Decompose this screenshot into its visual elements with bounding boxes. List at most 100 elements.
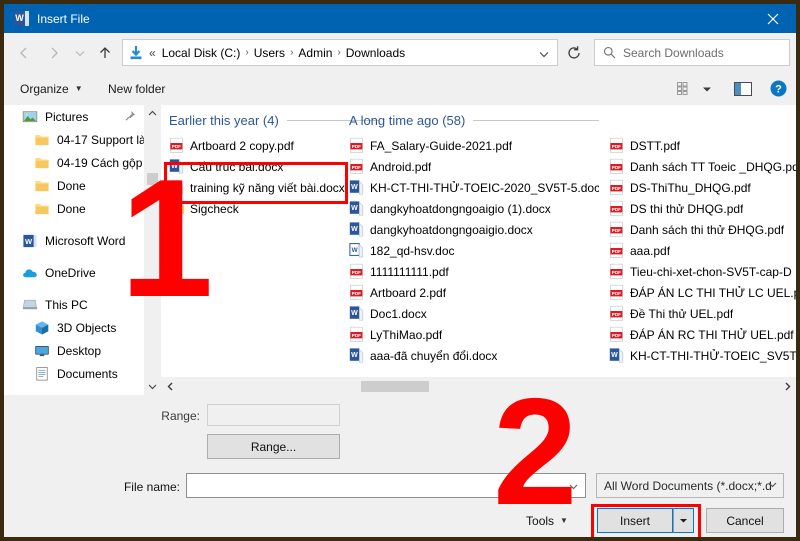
file-list-item[interactable]: PDF Artboard 2 copy.pdf	[169, 135, 379, 156]
close-button[interactable]	[750, 4, 796, 33]
pin-icon[interactable]	[124, 110, 136, 122]
scroll-up-icon[interactable]	[144, 105, 161, 122]
file-list-item[interactable]: W Doc1.docx	[349, 303, 599, 324]
pdf-icon: PDF	[610, 242, 623, 258]
sidebar-item-label: This PC	[45, 297, 88, 312]
sidebar-item-04-17-support-l[interactable]: 04-17 Support là	[4, 128, 144, 151]
sidebar-item-documents[interactable]: Documents	[4, 362, 144, 385]
breadcrumb-item-1[interactable]: Users	[252, 44, 287, 62]
forward-arrow-icon[interactable]	[40, 40, 68, 66]
file-list-item[interactable]: PDF ĐÁP ÁN LC THI THỬ LC UEL.pdf	[609, 282, 796, 303]
breadcrumb-overflow[interactable]: «	[149, 46, 156, 60]
file-list-item[interactable]: PDF 1111111111.pdf	[349, 261, 599, 282]
search-input[interactable]: Search Downloads	[594, 39, 790, 66]
cancel-button[interactable]: Cancel	[706, 508, 784, 533]
svg-text:W: W	[351, 184, 358, 191]
svg-text:PDF: PDF	[352, 165, 361, 170]
sidebar-item-microsoft-word[interactable]: W Microsoft Word	[4, 229, 144, 252]
svg-text:PDF: PDF	[352, 144, 361, 149]
pdf-icon: PDF	[610, 158, 623, 174]
file-list-item[interactable]: PDF DS-ThiThu_DHQG.pdf	[609, 177, 796, 198]
search-icon	[603, 46, 616, 59]
svg-text:PDF: PDF	[612, 228, 621, 233]
svg-text:W: W	[351, 310, 358, 317]
scroll-left-icon[interactable]	[161, 377, 179, 395]
range-input[interactable]	[207, 404, 340, 426]
file-list-item[interactable]: PDF Android.pdf	[349, 156, 599, 177]
file-list-item[interactable]: PDF Tieu-chi-xet-chon-SV5T-cap-D	[609, 261, 796, 282]
sidebar-item-3d-objects[interactable]: 3D Objects	[4, 316, 144, 339]
file-name-input[interactable]	[186, 473, 586, 498]
scrollbar-thumb[interactable]	[361, 381, 429, 392]
breadcrumb-item-2[interactable]: Admin	[296, 44, 334, 62]
file-list-item[interactable]: Wdangkyhoatdongngoaigio (1).docx	[349, 198, 599, 219]
breadcrumb-item-3[interactable]: Downloads	[344, 44, 407, 62]
file-list-item[interactable]: PDF DS thi thử DHQG.pdf	[609, 198, 796, 219]
new-folder-label: New folder	[108, 81, 166, 96]
insert-button[interactable]: Insert	[597, 508, 673, 533]
file-list-item[interactable]: PDF DSTT.pdf	[609, 135, 796, 156]
file-name: Danh sách TT Toeic _DHQG.pdf	[630, 159, 796, 174]
svg-text:PDF: PDF	[612, 186, 621, 191]
sidebar-item-label: Done	[57, 178, 86, 193]
file-list-horizontal-scrollbar[interactable]	[161, 377, 796, 395]
file-list-item[interactable]: Wtraining kỹ năng viết bài.docx	[169, 177, 379, 198]
file-list-item[interactable]: Wdangkyhoatdongngoaigio.docx	[349, 219, 599, 240]
file-name-chevron-down-icon[interactable]	[562, 475, 584, 498]
view-options-chevron-down-icon[interactable]	[698, 77, 716, 100]
file-list-item[interactable]: PDF Danh sách thi thử ĐHQG.pdf	[609, 219, 796, 240]
search-placeholder: Search Downloads	[623, 45, 724, 60]
pdf-icon: PDF	[350, 326, 363, 342]
file-list-item[interactable]: PDF Danh sách TT Toeic _DHQG.pdf	[609, 156, 796, 177]
sidebar-item-done[interactable]: Done	[4, 174, 144, 197]
chevron-down-icon: ▼	[560, 516, 568, 525]
file-type-dropdown[interactable]: All Word Documents (*.docx;*.d	[596, 473, 784, 498]
file-list-item[interactable]: W KH-CT-THI-THỬ-TOEIC-2020_SV5T-5.docx	[349, 177, 599, 198]
scroll-right-icon[interactable]	[778, 377, 796, 395]
new-folder-button[interactable]: New folder	[102, 77, 171, 100]
recent-locations-chevron-down-icon[interactable]	[70, 40, 90, 66]
scroll-down-icon[interactable]	[144, 378, 161, 395]
file-list-item[interactable]: PDF aaa.pdf	[609, 240, 796, 261]
file-list-item[interactable]: W KH-CT-THI-THỬ-TOEIC_SV5T.d	[609, 345, 796, 366]
file-group-header: Earlier this year (4)	[169, 105, 379, 135]
file-list-item[interactable]: PDF Đề Thi thử UEL.pdf	[609, 303, 796, 324]
docx-icon: W	[349, 180, 364, 195]
file-list-item[interactable]: Sigcheck	[169, 198, 379, 219]
breadcrumb-item-0[interactable]: Local Disk (C:)	[160, 44, 243, 62]
sidebar-item-04-19-c-ch-g-p[interactable]: 04-19 Cách gộp	[4, 151, 144, 174]
svg-text:W: W	[171, 163, 178, 170]
help-icon[interactable]: ?	[766, 77, 790, 100]
sidebar-item-this-pc[interactable]: This PC	[4, 293, 144, 316]
back-arrow-icon[interactable]	[10, 40, 38, 66]
file-list-item[interactable]: PDF ĐÁP ÁN RC THI THỬ UEL.pdf	[609, 324, 796, 345]
address-dropdown-chevron-icon[interactable]	[532, 41, 556, 65]
file-list-item[interactable]: PDF LyThiMao.pdf	[349, 324, 599, 345]
file-list-item[interactable]: PDF FA_Salary-Guide-2021.pdf	[349, 135, 599, 156]
file-name: 1111111111.pdf	[370, 264, 449, 279]
file-list-item[interactable]: W 182_qd-hsv.doc	[349, 240, 599, 261]
view-options-icon[interactable]	[672, 77, 698, 100]
insert-dropdown-chevron-icon[interactable]	[673, 508, 694, 533]
scrollbar-thumb[interactable]	[147, 173, 158, 185]
refresh-icon[interactable]	[560, 39, 588, 66]
sidebar-item-pictures[interactable]: Pictures	[4, 105, 144, 128]
docx-icon: W	[349, 222, 364, 237]
preview-pane-icon[interactable]	[730, 77, 756, 100]
sidebar-item-done[interactable]: Done	[4, 197, 144, 220]
file-list[interactable]: Earlier this year (4) PDF Artboard 2 copy.…	[161, 105, 796, 377]
tools-button[interactable]: Tools ▼	[511, 508, 583, 533]
file-list-item[interactable]: Waaa-đã chuyển đổi.docx	[349, 345, 599, 366]
address-bar[interactable]: « Local Disk (C:) › Users › Admin › Down…	[122, 39, 558, 66]
docx-icon: W	[169, 159, 184, 174]
file-list-item[interactable]: W Cấu trúc bài.docx	[169, 156, 379, 177]
range-button[interactable]: Range...	[207, 434, 340, 459]
docx-icon: W	[169, 180, 184, 195]
file-list-item[interactable]: PDF Artboard 2.pdf	[349, 282, 599, 303]
sidebar-item-desktop[interactable]: Desktop	[4, 339, 144, 362]
navigation-pane-scrollbar[interactable]	[144, 105, 161, 395]
sidebar-item-label: Pictures	[45, 109, 89, 124]
sidebar-item-onedrive[interactable]: OneDrive	[4, 261, 144, 284]
up-arrow-icon[interactable]	[92, 40, 118, 66]
organize-button[interactable]: Organize ▼	[14, 77, 89, 100]
